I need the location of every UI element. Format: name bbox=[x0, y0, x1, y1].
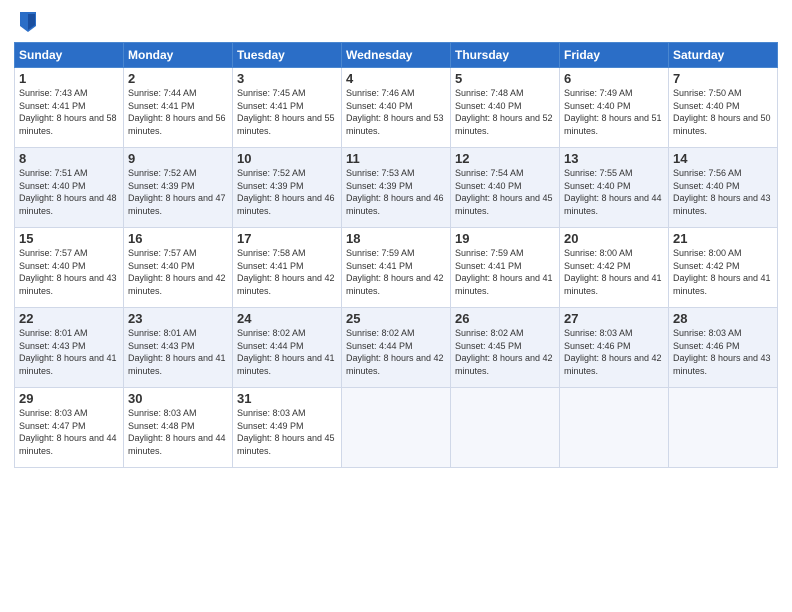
calendar-day-23: 23Sunrise: 8:01 AMSunset: 4:43 PMDayligh… bbox=[124, 308, 233, 388]
calendar-week-4: 22Sunrise: 8:01 AMSunset: 4:43 PMDayligh… bbox=[15, 308, 778, 388]
empty-cell bbox=[342, 388, 451, 468]
calendar-day-30: 30Sunrise: 8:03 AMSunset: 4:48 PMDayligh… bbox=[124, 388, 233, 468]
logo bbox=[14, 10, 38, 34]
calendar-week-2: 8Sunrise: 7:51 AMSunset: 4:40 PMDaylight… bbox=[15, 148, 778, 228]
day-header-thursday: Thursday bbox=[451, 43, 560, 68]
page-container: SundayMondayTuesdayWednesdayThursdayFrid… bbox=[0, 0, 792, 476]
logo-icon bbox=[18, 10, 38, 34]
calendar-week-1: 1Sunrise: 7:43 AMSunset: 4:41 PMDaylight… bbox=[15, 68, 778, 148]
day-header-monday: Monday bbox=[124, 43, 233, 68]
calendar-day-12: 12Sunrise: 7:54 AMSunset: 4:40 PMDayligh… bbox=[451, 148, 560, 228]
calendar-day-19: 19Sunrise: 7:59 AMSunset: 4:41 PMDayligh… bbox=[451, 228, 560, 308]
calendar-day-20: 20Sunrise: 8:00 AMSunset: 4:42 PMDayligh… bbox=[560, 228, 669, 308]
calendar-day-22: 22Sunrise: 8:01 AMSunset: 4:43 PMDayligh… bbox=[15, 308, 124, 388]
calendar-day-27: 27Sunrise: 8:03 AMSunset: 4:46 PMDayligh… bbox=[560, 308, 669, 388]
calendar-day-14: 14Sunrise: 7:56 AMSunset: 4:40 PMDayligh… bbox=[669, 148, 778, 228]
calendar-day-7: 7Sunrise: 7:50 AMSunset: 4:40 PMDaylight… bbox=[669, 68, 778, 148]
calendar-day-17: 17Sunrise: 7:58 AMSunset: 4:41 PMDayligh… bbox=[233, 228, 342, 308]
calendar-body: 1Sunrise: 7:43 AMSunset: 4:41 PMDaylight… bbox=[15, 68, 778, 468]
day-header-friday: Friday bbox=[560, 43, 669, 68]
calendar-day-18: 18Sunrise: 7:59 AMSunset: 4:41 PMDayligh… bbox=[342, 228, 451, 308]
empty-cell bbox=[560, 388, 669, 468]
calendar-day-4: 4Sunrise: 7:46 AMSunset: 4:40 PMDaylight… bbox=[342, 68, 451, 148]
header bbox=[14, 10, 778, 34]
calendar-day-24: 24Sunrise: 8:02 AMSunset: 4:44 PMDayligh… bbox=[233, 308, 342, 388]
calendar-day-26: 26Sunrise: 8:02 AMSunset: 4:45 PMDayligh… bbox=[451, 308, 560, 388]
calendar-day-9: 9Sunrise: 7:52 AMSunset: 4:39 PMDaylight… bbox=[124, 148, 233, 228]
day-header-wednesday: Wednesday bbox=[342, 43, 451, 68]
calendar-week-3: 15Sunrise: 7:57 AMSunset: 4:40 PMDayligh… bbox=[15, 228, 778, 308]
calendar-day-2: 2Sunrise: 7:44 AMSunset: 4:41 PMDaylight… bbox=[124, 68, 233, 148]
empty-cell bbox=[669, 388, 778, 468]
calendar-day-8: 8Sunrise: 7:51 AMSunset: 4:40 PMDaylight… bbox=[15, 148, 124, 228]
calendar-day-31: 31Sunrise: 8:03 AMSunset: 4:49 PMDayligh… bbox=[233, 388, 342, 468]
calendar-day-3: 3Sunrise: 7:45 AMSunset: 4:41 PMDaylight… bbox=[233, 68, 342, 148]
calendar-day-1: 1Sunrise: 7:43 AMSunset: 4:41 PMDaylight… bbox=[15, 68, 124, 148]
day-header-saturday: Saturday bbox=[669, 43, 778, 68]
calendar-week-5: 29Sunrise: 8:03 AMSunset: 4:47 PMDayligh… bbox=[15, 388, 778, 468]
calendar-table: SundayMondayTuesdayWednesdayThursdayFrid… bbox=[14, 42, 778, 468]
calendar-day-10: 10Sunrise: 7:52 AMSunset: 4:39 PMDayligh… bbox=[233, 148, 342, 228]
calendar-day-16: 16Sunrise: 7:57 AMSunset: 4:40 PMDayligh… bbox=[124, 228, 233, 308]
day-header-tuesday: Tuesday bbox=[233, 43, 342, 68]
calendar-day-13: 13Sunrise: 7:55 AMSunset: 4:40 PMDayligh… bbox=[560, 148, 669, 228]
calendar-day-21: 21Sunrise: 8:00 AMSunset: 4:42 PMDayligh… bbox=[669, 228, 778, 308]
calendar-day-28: 28Sunrise: 8:03 AMSunset: 4:46 PMDayligh… bbox=[669, 308, 778, 388]
calendar-header-row: SundayMondayTuesdayWednesdayThursdayFrid… bbox=[15, 43, 778, 68]
calendar-day-11: 11Sunrise: 7:53 AMSunset: 4:39 PMDayligh… bbox=[342, 148, 451, 228]
calendar-day-6: 6Sunrise: 7:49 AMSunset: 4:40 PMDaylight… bbox=[560, 68, 669, 148]
calendar-day-25: 25Sunrise: 8:02 AMSunset: 4:44 PMDayligh… bbox=[342, 308, 451, 388]
calendar-day-15: 15Sunrise: 7:57 AMSunset: 4:40 PMDayligh… bbox=[15, 228, 124, 308]
empty-cell bbox=[451, 388, 560, 468]
calendar-day-5: 5Sunrise: 7:48 AMSunset: 4:40 PMDaylight… bbox=[451, 68, 560, 148]
day-header-sunday: Sunday bbox=[15, 43, 124, 68]
calendar-day-29: 29Sunrise: 8:03 AMSunset: 4:47 PMDayligh… bbox=[15, 388, 124, 468]
